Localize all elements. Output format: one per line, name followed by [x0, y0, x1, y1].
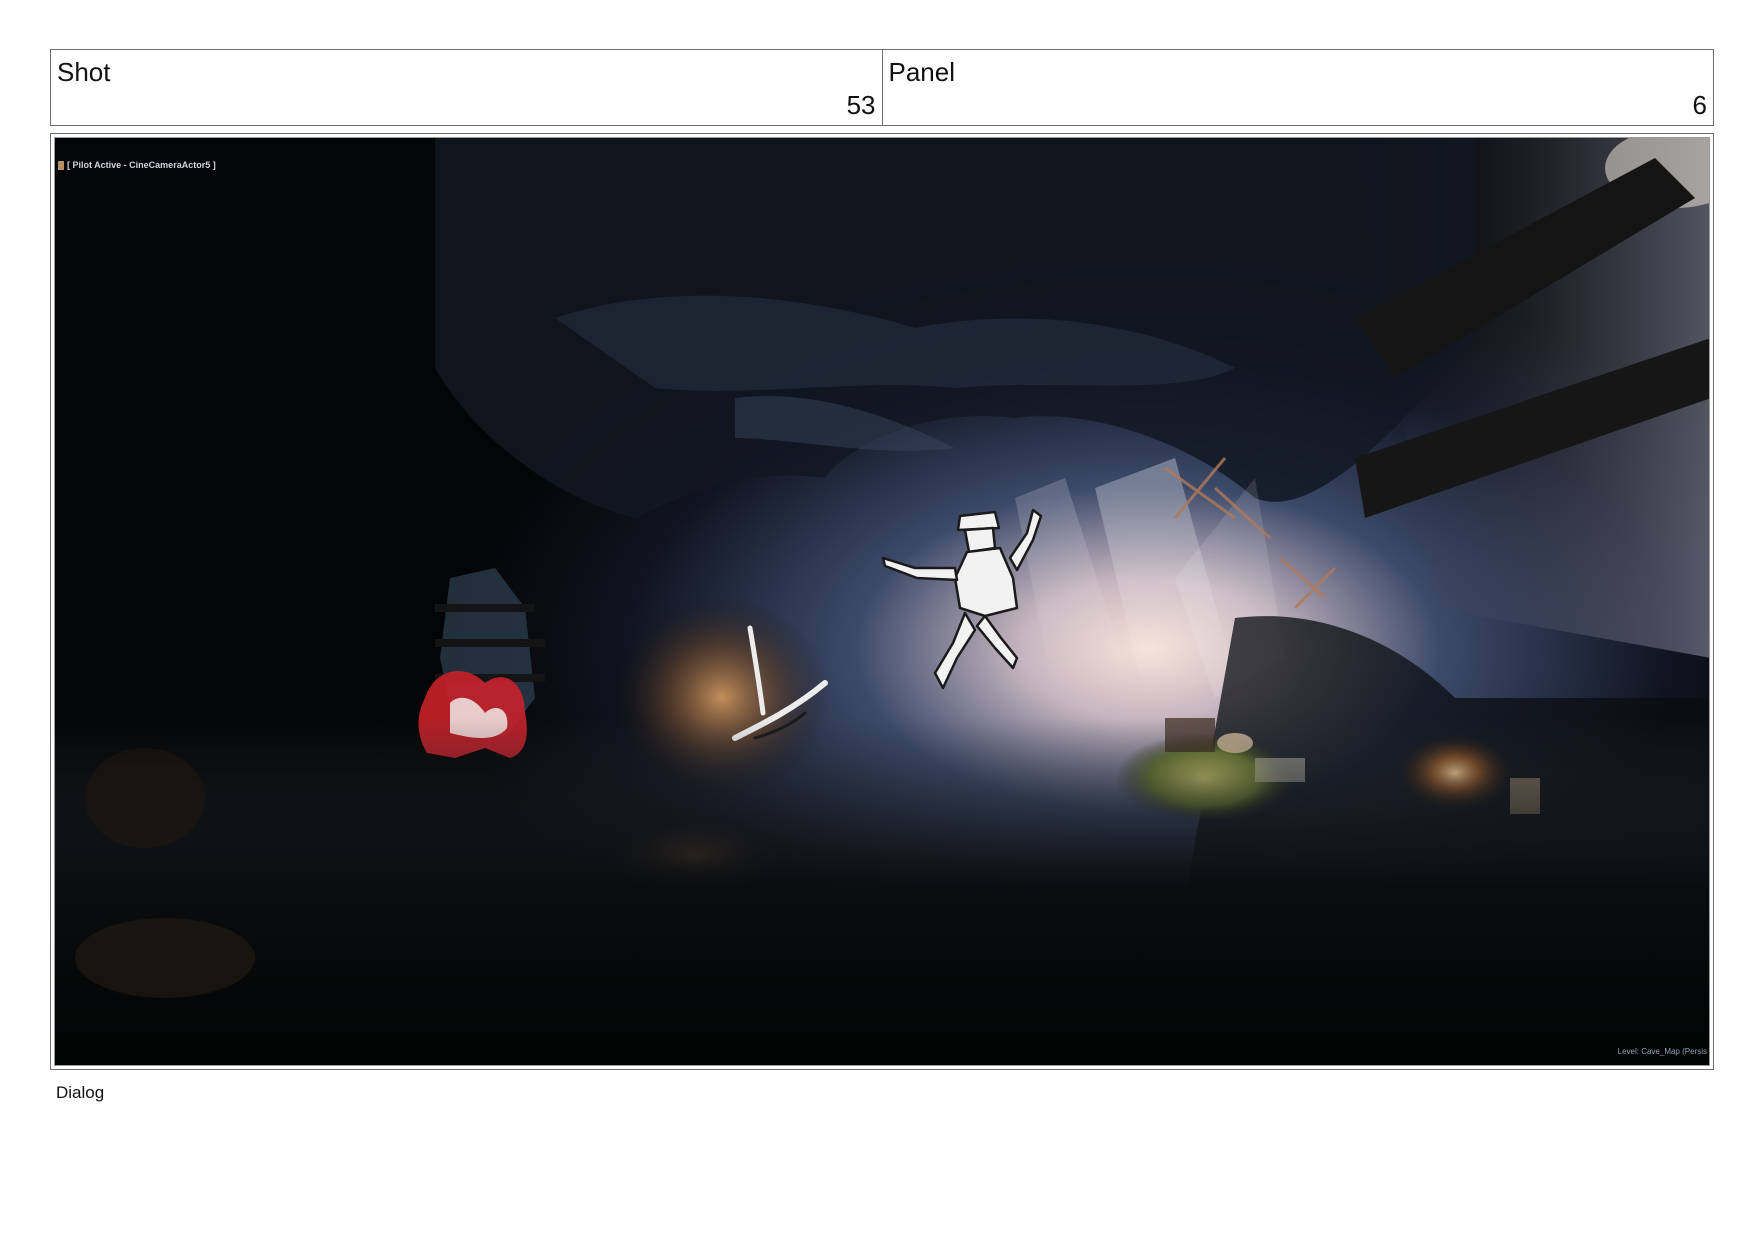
- panel-cell: Panel 6: [881, 50, 1714, 125]
- panel-label: Panel: [888, 57, 956, 87]
- shot-cell: Shot 53: [51, 50, 882, 125]
- camera-icon: [58, 161, 64, 171]
- level-overlay: Level: Cave_Map (Persis: [1617, 1047, 1707, 1056]
- storyboard-frame: [ Pilot Active - CineCameraActor5 ] Leve…: [54, 137, 1710, 1066]
- shot-label: Shot: [57, 57, 111, 87]
- cave-scene-image: [55, 138, 1709, 1065]
- storyboard-page: Shot 53 Panel 6 [Pilot Active - CineCam…: [0, 0, 1754, 1240]
- shot-number: 53: [846, 90, 876, 120]
- camera-pilot-overlay: [ Pilot Active - CineCameraActor5 ]: [58, 160, 216, 171]
- shot-panel-header: Shot 53 Panel 6: [50, 49, 1714, 126]
- panel-number: 6: [1692, 90, 1707, 120]
- dialog-label: Dialog: [56, 1083, 105, 1102]
- camera-overlay-text: [ Pilot Active - CineCameraActor5 ]: [67, 160, 216, 170]
